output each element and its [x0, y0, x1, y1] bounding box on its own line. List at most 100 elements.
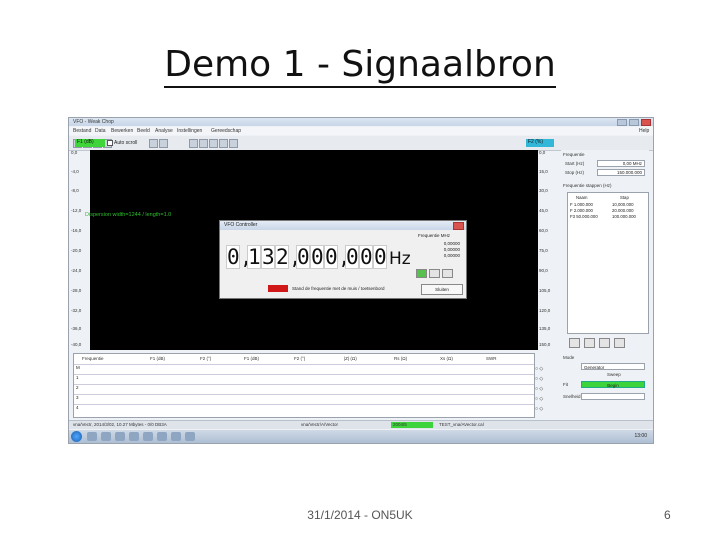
list-item[interactable]: 100.000.000 — [612, 214, 636, 219]
radio-icon[interactable]: ○ ◇ — [535, 386, 543, 392]
fit-label: Fit — [563, 382, 568, 387]
vfo-dialog: VFO Controller 0,132,000,000Hz Frequenti… — [219, 220, 467, 299]
freq-digit[interactable]: 0 — [324, 245, 338, 269]
table-header: |Z| (Ω) — [344, 356, 357, 361]
freq-digit[interactable]: 0 — [310, 245, 324, 269]
table-header: Frequentie — [82, 356, 104, 361]
list-item[interactable]: F 2.000.000 — [570, 208, 593, 213]
menu-item-gereedschap[interactable]: Gereedschap — [211, 128, 241, 134]
start-label: Start (Hz) — [565, 161, 585, 166]
auto-scroll-label: Auto scroll — [114, 140, 138, 146]
table-header: F2 (°) — [294, 356, 306, 361]
chart-icon[interactable] — [199, 139, 208, 148]
right-axis-tick: 75,0 — [539, 248, 548, 253]
auto-scroll-checkbox[interactable] — [107, 140, 113, 146]
add-icon[interactable] — [569, 338, 580, 348]
radio-icon[interactable]: ○ ◇ — [535, 406, 543, 412]
menu-item-beeld[interactable]: Beeld — [137, 128, 150, 134]
step-list[interactable]: Naam Stap F 1.000.000 10,000.000 F 2.000… — [567, 192, 649, 334]
app-icon[interactable] — [129, 432, 139, 441]
menu-bar: Bestand Data Bewerken Beeld Analyse Inst… — [69, 127, 653, 135]
begin-button[interactable]: Begin — [581, 381, 645, 388]
speed-slider[interactable] — [581, 393, 645, 400]
list-item[interactable]: F3 50.000.000 — [570, 214, 598, 219]
maximize-button[interactable] — [629, 119, 639, 126]
app-icon[interactable] — [185, 432, 195, 441]
right-axis-tick: 150,0 — [539, 342, 551, 347]
down-button[interactable] — [442, 269, 453, 278]
table-row[interactable]: M — [74, 364, 534, 373]
list-header: Naam — [576, 195, 588, 200]
table-row[interactable]: 2 — [74, 384, 534, 393]
stop-input[interactable]: 150.000.000 — [597, 169, 645, 176]
left-trace-selector[interactable]: F1 (dB) — [75, 139, 105, 147]
edit-icon[interactable] — [584, 338, 595, 348]
freq-digit[interactable]: 0 — [359, 245, 373, 269]
table-row[interactable]: 3 — [74, 394, 534, 403]
list-header: Stap — [620, 195, 629, 200]
marker-icon[interactable] — [209, 139, 218, 148]
table-row[interactable]: 1 — [74, 374, 534, 383]
radio-icon[interactable]: ○ ◇ — [535, 376, 543, 382]
zoom-icon[interactable] — [149, 139, 158, 148]
freq-digit[interactable]: 3 — [261, 245, 275, 269]
app-icon[interactable] — [171, 432, 181, 441]
browser-icon[interactable] — [101, 432, 111, 441]
menu-item-instellingen[interactable]: Instellingen — [177, 128, 202, 134]
app-icon[interactable] — [157, 432, 167, 441]
table-header: F2 (°) — [200, 356, 212, 361]
media-icon[interactable] — [115, 432, 125, 441]
app-icon[interactable] — [143, 432, 153, 441]
grid-icon[interactable] — [189, 139, 198, 148]
left-axis: 0,0 -4,0 -8,0 -12,0 -16,0 -20,0 -24,0 -2… — [71, 150, 89, 350]
freq-digit[interactable]: 2 — [275, 245, 289, 269]
mode-panel: Mode Generator Sweep Fit Begin Snelheid — [561, 353, 649, 416]
list-item[interactable]: F 1.000.000 — [570, 202, 593, 207]
right-axis-tick: 90,0 — [539, 268, 548, 273]
dialog-close-text-button[interactable]: Sluiten — [421, 284, 463, 295]
sweep-label: Sweep — [607, 372, 621, 377]
start-input[interactable]: 0,00 MHz — [597, 160, 645, 167]
radio-icon[interactable]: ○ ◇ — [535, 396, 543, 402]
stop-label: Stop (Hz) — [565, 170, 585, 175]
row-label: 2 — [76, 385, 79, 390]
freq-digit[interactable]: 0 — [226, 245, 240, 269]
calibrate-icon[interactable] — [219, 139, 228, 148]
settings-icon[interactable] — [229, 139, 238, 148]
dialog-close-button[interactable] — [453, 222, 464, 230]
right-panel: Frequentie Start (Hz) 0,00 MHz Stop (Hz)… — [561, 150, 649, 350]
menu-item-bestand[interactable]: Bestand — [73, 128, 91, 134]
list-item[interactable]: 10,000.000 — [612, 202, 634, 207]
left-axis-tick: -36,0 — [71, 326, 82, 331]
row-label: 4 — [76, 405, 79, 410]
menu-item-bewerken[interactable]: Bewerken — [111, 128, 133, 134]
explorer-icon[interactable] — [87, 432, 97, 441]
table-row[interactable]: 4 — [74, 404, 534, 413]
freq-digit[interactable]: 0 — [345, 245, 359, 269]
move-icon[interactable] — [614, 338, 625, 348]
right-trace-selector[interactable]: F2 (%) — [526, 139, 554, 147]
dialog-titlebar: VFO Controller — [220, 221, 466, 230]
freq-digit[interactable]: 1 — [247, 245, 261, 269]
cursor-icon[interactable] — [159, 139, 168, 148]
minimize-button[interactable] — [617, 119, 627, 126]
right-axis: 0,0 15,0 30,0 45,0 60,0 75,0 90,0 105,0 … — [539, 150, 555, 350]
window-title: VFO - Weak Chop — [73, 119, 114, 125]
freq-digit[interactable]: 0 — [296, 245, 310, 269]
menu-item-analyse[interactable]: Analyse — [155, 128, 173, 134]
play-button[interactable] — [416, 269, 427, 278]
menu-item-help[interactable]: Help — [639, 128, 649, 134]
delete-icon[interactable] — [599, 338, 610, 348]
window-controls — [617, 119, 651, 126]
freq-digit[interactable]: 0 — [373, 245, 387, 269]
close-button[interactable] — [641, 119, 651, 126]
menu-item-data[interactable]: Data — [95, 128, 106, 134]
list-item[interactable]: 20.000.000 — [612, 208, 634, 213]
taskbar: 13:00 — [69, 430, 653, 443]
dialog-status-text: Stand de frequentie met de muis / toetse… — [292, 286, 385, 291]
start-icon[interactable] — [71, 431, 82, 442]
up-button[interactable] — [429, 269, 440, 278]
mode-select[interactable]: Generator — [581, 363, 645, 370]
left-axis-tick: -40,0 — [71, 342, 82, 347]
radio-icon[interactable]: ○ ◇ — [535, 366, 543, 372]
